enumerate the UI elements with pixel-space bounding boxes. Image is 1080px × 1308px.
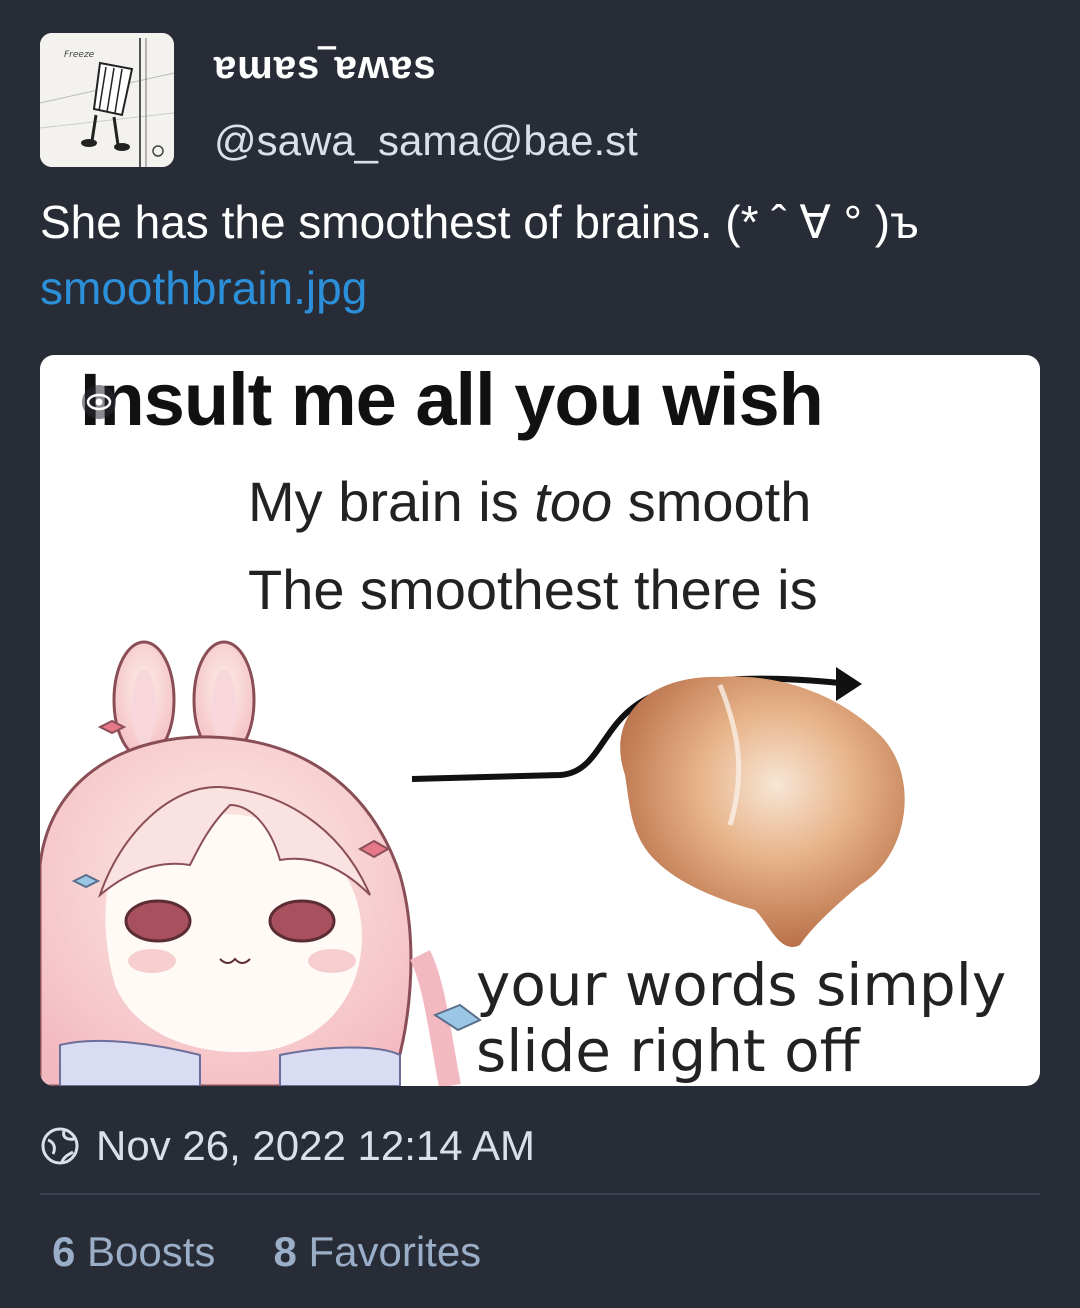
meme-line-1: My brain is too smooth [248,469,811,534]
favorites-stat[interactable]: 8 Favorites [273,1228,481,1276]
globe-icon [41,1127,79,1165]
divider [40,1193,1040,1195]
meme-line-1-emphasis: too [534,470,613,533]
meme-line-1-end: smooth [612,470,812,533]
timestamp[interactable]: Nov 26, 2022 12:14 AM [96,1122,535,1170]
favorites-count: 8 [273,1228,297,1275]
avatar-caption: Freeze [64,50,95,60]
boosts-label: Boosts [87,1228,216,1275]
meme-line-4: slide right off [476,1017,860,1085]
meme-title: Insult me all you wish [80,358,824,441]
account-handle[interactable]: @sawa_sama@bae.st [214,117,638,165]
status-meta: Nov 26, 2022 12:14 AM [40,1122,535,1170]
avatar[interactable]: Freeze [40,33,174,167]
boosts-count: 6 [52,1228,76,1275]
favorites-label: Favorites [308,1228,482,1275]
display-name[interactable]: ɐɯɐs‾ɐʍɐs [214,43,638,87]
eye-icon[interactable] [82,385,116,419]
media-attachment[interactable]: Insult me all you wish My brain is too s… [40,355,1040,1086]
attachment-link[interactable]: smoothbrain.jpg [40,261,1040,315]
status-body-text: She has the smoothest of brains. (* ˆ ∀ … [40,196,919,248]
status-stats: 6 Boosts 8 Favorites [52,1228,539,1276]
author-names: ɐɯɐs‾ɐʍɐs @sawa_sama@bae.st [214,33,638,165]
status-header: Freeze ɐɯɐs‾ɐʍɐs @sawa_sama@bae.st [40,33,638,167]
meme-line-3: your words simply [476,951,1007,1019]
avatar-drawing: Freeze [40,33,174,167]
boosts-stat[interactable]: 6 Boosts [52,1228,215,1276]
status-detail: Freeze ɐɯɐs‾ɐʍɐs @sawa_sama@bae.st She h… [0,0,1080,1308]
status-content: She has the smoothest of brains. (* ˆ ∀ … [40,195,1040,315]
meme-line-1-start: My brain is [248,470,535,533]
meme-line-2: The smoothest there is [248,558,818,621]
